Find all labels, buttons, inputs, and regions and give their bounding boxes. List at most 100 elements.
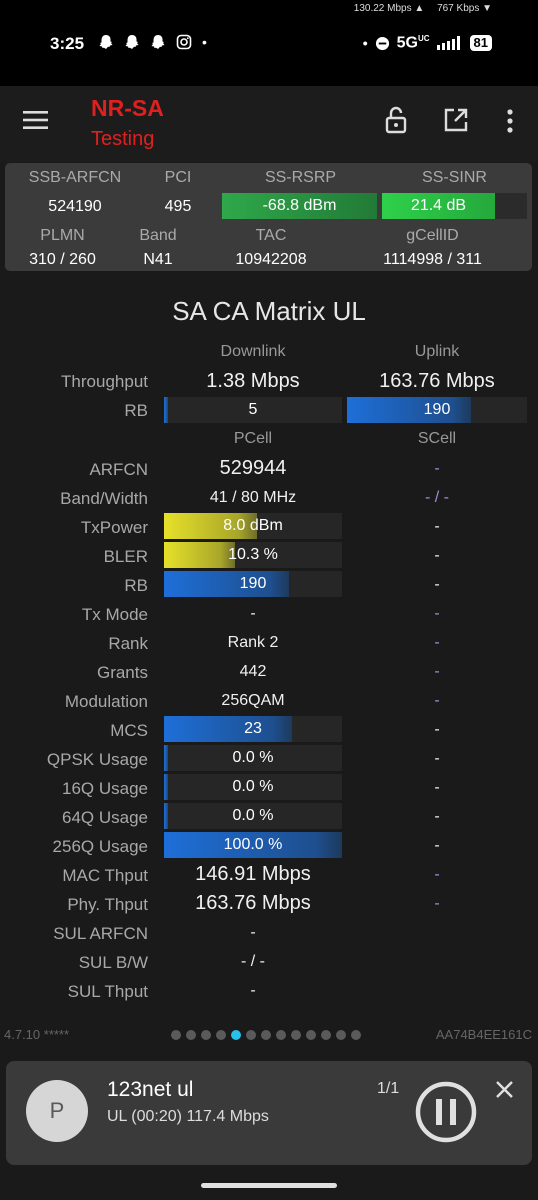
value-tac: 10942208: [235, 251, 307, 268]
lock-icon[interactable]: [385, 106, 407, 134]
mac-thput-pcell-value: 146.91 Mbps: [195, 863, 311, 885]
row-label-sul-b-w: SUL B/W: [78, 953, 148, 972]
page-dot-13[interactable]: [351, 1030, 361, 1040]
app-title: NR-SA: [91, 95, 164, 121]
snapchat-icon: [99, 35, 113, 49]
qpsk-usage-pcell-value: 0.0 %: [232, 749, 274, 766]
page-dot-6[interactable]: [246, 1030, 256, 1040]
battery-level: 81: [469, 35, 492, 52]
mcs-pcell-value: 23: [244, 720, 262, 737]
grants-scell-value: -: [434, 663, 440, 680]
row-label-rb: RB: [124, 401, 148, 420]
modulation-pcell-value: 256QAM: [221, 692, 285, 709]
header-downlink: Downlink: [220, 343, 286, 360]
page-indicator[interactable]: [171, 1030, 361, 1040]
row-label-256q-usage: 256Q Usage: [52, 837, 148, 856]
64q-usage-pcell-value: 0.0 %: [232, 807, 274, 824]
row-label-rank: Rank: [108, 634, 148, 653]
upload-speed: 767 Kbps ▼: [437, 3, 492, 14]
page-dot-10[interactable]: [306, 1030, 316, 1040]
value-band: N41: [143, 251, 173, 268]
home-indicator[interactable]: [201, 1183, 337, 1188]
label-ssb-arfcn: SSB-ARFCN: [28, 169, 122, 186]
header-pcell: PCell: [233, 430, 273, 447]
row-label-64q-usage: 64Q Usage: [62, 808, 148, 827]
arfcn-pcell-value: 529944: [219, 457, 287, 479]
system-status: • 5GUC 81: [363, 34, 492, 52]
media-notification[interactable]: P 123net ul UL (00:20) 117.4 Mbps 1/1: [6, 1061, 532, 1165]
phy-thput-scell-value: -: [434, 895, 440, 912]
txpower-scell-value: -: [434, 518, 440, 535]
page-dot-3[interactable]: [201, 1030, 211, 1040]
media-subtitle: UL (00:20) 117.4 Mbps: [107, 1108, 269, 1125]
network-type: 5GUC: [396, 34, 430, 52]
header-uplink: Uplink: [414, 343, 460, 360]
16q-usage-pcell-value: 0.0 %: [232, 778, 274, 795]
page-dot-2[interactable]: [186, 1030, 196, 1040]
page-dot-7[interactable]: [261, 1030, 271, 1040]
bler-scell-value: -: [434, 547, 440, 564]
tx-mode-pcell-value: -: [250, 605, 256, 622]
device-id: AA74B4EE161C: [435, 1027, 532, 1042]
arfcn-scell-value: -: [434, 460, 440, 477]
sul-thput-pcell-value: -: [250, 982, 256, 999]
band-width-pcell-value: 41 / 80 MHz: [209, 489, 297, 506]
row-label-rb: RB: [124, 576, 148, 595]
label-band: Band: [139, 227, 177, 244]
page-dot-12[interactable]: [336, 1030, 346, 1040]
app-version: 4.7.10 *****: [4, 1027, 70, 1042]
notification-icons: •: [98, 34, 207, 50]
modulation-scell-value: -: [434, 692, 440, 709]
rank-scell-value: -: [434, 634, 440, 651]
page-dot-11[interactable]: [321, 1030, 331, 1040]
label-tac: TAC: [255, 227, 287, 244]
rb-pcell-value: 190: [239, 575, 267, 592]
page-dot-1[interactable]: [171, 1030, 181, 1040]
close-icon[interactable]: [495, 1080, 514, 1099]
row-label-band-width: Band/Width: [60, 489, 148, 508]
txpower-pcell-value: 8.0 dBm: [223, 517, 283, 534]
page-dot-9[interactable]: [291, 1030, 301, 1040]
dnd-icon: [375, 36, 389, 50]
rank-pcell-value: Rank 2: [227, 634, 279, 651]
phy-thput-pcell-value: 163.76 Mbps: [195, 892, 311, 914]
qpsk-usage-scell-value: -: [434, 750, 440, 767]
external-link-icon[interactable]: [444, 108, 468, 132]
more-vert-icon[interactable]: [506, 109, 514, 133]
matrix-title: SA CA Matrix UL: [172, 296, 366, 326]
label-pci: PCI: [164, 169, 192, 186]
row-label-phy-thput: Phy. Thput: [67, 895, 148, 914]
sul-arfcn-pcell-value: -: [250, 924, 256, 941]
row-label-arfcn: ARFCN: [89, 460, 148, 479]
page-dot-8[interactable]: [276, 1030, 286, 1040]
pause-icon[interactable]: [414, 1080, 478, 1144]
mcs-scell-value: -: [434, 721, 440, 738]
clock: 3:25: [50, 34, 85, 53]
status-bar: 130.22 Mbps ▲ 767 Kbps ▼ 3:25 • • 5GUC 8…: [0, 0, 538, 86]
row-label-modulation: Modulation: [64, 692, 148, 711]
label-ss-sinr: SS-SINR: [422, 169, 487, 186]
label-plmn: PLMN: [40, 227, 85, 244]
row-label-sul-arfcn: SUL ARFCN: [53, 924, 148, 943]
row-label-tx-mode: Tx Mode: [81, 605, 148, 624]
status-dot: •: [362, 35, 368, 52]
download-speed: 130.22 Mbps ▲: [353, 3, 425, 14]
avatar: P: [26, 1080, 88, 1142]
snapchat-icon: [151, 35, 165, 49]
16q-usage-scell-value: -: [434, 779, 440, 796]
snapchat-icon: [125, 35, 139, 49]
band-width-scell-value: - / -: [425, 489, 449, 506]
rb-scell-value: -: [434, 576, 440, 593]
throughput-downlink: 1.38 Mbps: [206, 370, 300, 392]
menu-icon[interactable]: [23, 110, 48, 130]
page-dot-5[interactable]: [231, 1030, 241, 1040]
value-ssb-arfcn: 524190: [48, 198, 102, 215]
label-gcellid: gCellID: [406, 227, 459, 244]
256q-usage-scell-value: -: [434, 837, 440, 854]
row-label-16q-usage: 16Q Usage: [62, 779, 148, 798]
grants-pcell-value: 442: [239, 663, 267, 680]
page-dot-4[interactable]: [216, 1030, 226, 1040]
value-plmn: 310 / 260: [29, 251, 96, 268]
cell-summary-panel: SSB-ARFCN PCI SS-RSRP SS-SINR 524190 495…: [5, 163, 532, 271]
header-scell: SCell: [417, 430, 457, 447]
